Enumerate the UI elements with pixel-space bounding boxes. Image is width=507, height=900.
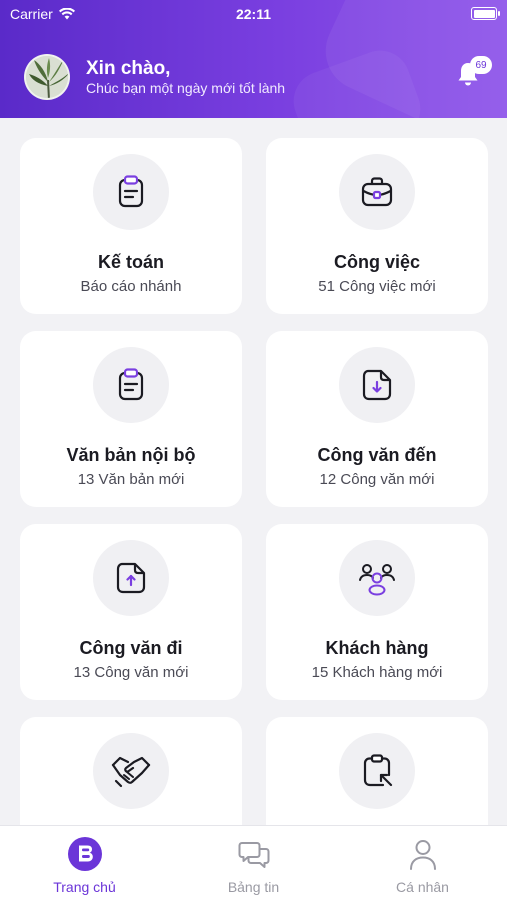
card-subtitle: 13 Văn bản mới <box>77 471 185 488</box>
icon-circle <box>93 540 169 616</box>
card-title: Công văn đi <box>79 638 183 658</box>
icon-circle <box>93 733 169 809</box>
icon-circle <box>339 347 415 423</box>
greeting-subtitle: Chúc bạn một ngày mới tốt lành <box>86 80 286 96</box>
chat-bubbles-icon <box>236 836 272 872</box>
clipboard-icon <box>118 175 144 208</box>
card-title: Công văn đến <box>317 445 437 465</box>
avatar[interactable] <box>24 54 70 100</box>
document-upload-icon <box>116 562 146 594</box>
clipboard-arrow-icon <box>363 754 393 787</box>
tab-label: Bảng tin <box>227 879 280 895</box>
notification-badge: 69 <box>470 56 492 74</box>
tab-label: Cá nhân <box>396 879 449 895</box>
document-download-icon <box>362 369 392 401</box>
tab-home[interactable]: Trang chủ <box>0 826 169 900</box>
tab-bar: Trang chủ Bảng tin Cá nhân <box>0 825 507 900</box>
card-subtitle: 12 Công văn mới <box>319 471 435 488</box>
battery-icon <box>471 7 500 20</box>
card-subtitle: 15 Khách hàng mới <box>311 664 443 681</box>
card-title: Kế toán <box>97 252 164 272</box>
tab-news[interactable]: Bảng tin <box>169 826 338 900</box>
icon-circle <box>339 154 415 230</box>
home-logo-icon <box>67 836 103 872</box>
card-title: Văn bản nội bộ <box>66 445 196 465</box>
tab-label: Trang chủ <box>53 879 116 895</box>
card-ke-toan[interactable]: Kế toán Báo cáo nhánh <box>20 138 242 314</box>
people-icon <box>359 564 395 596</box>
card-subtitle: 13 Công văn mới <box>73 664 189 681</box>
card-partner[interactable] <box>20 717 242 825</box>
icon-circle <box>93 154 169 230</box>
handshake-icon <box>111 756 151 788</box>
card-van-ban-noi-bo[interactable]: Văn bản nội bộ 13 Văn bản mới <box>20 331 242 507</box>
card-title: Công việc <box>333 252 421 272</box>
card-khach-hang[interactable]: Khách hàng 15 Khách hàng mới <box>266 524 488 700</box>
greeting-title: Xin chào, <box>86 58 171 79</box>
icon-circle <box>93 347 169 423</box>
header: Carrier 22:11 Xin chào, Chúc bạn một ngà… <box>0 0 507 118</box>
briefcase-icon <box>361 177 393 207</box>
clipboard-icon <box>118 368 144 401</box>
card-subtitle: Báo cáo nhánh <box>80 278 182 295</box>
plant-photo <box>26 56 68 98</box>
clock: 22:11 <box>235 6 272 22</box>
module-grid: Kế toán Báo cáo nhánh Công việc 51 Công … <box>0 118 507 825</box>
card-cong-van-di[interactable]: Công văn đi 13 Công văn mới <box>20 524 242 700</box>
card-cong-viec[interactable]: Công việc 51 Công việc mới <box>266 138 488 314</box>
tab-profile[interactable]: Cá nhân <box>338 826 507 900</box>
card-subtitle: 51 Công việc mới <box>318 278 436 295</box>
status-bar: Carrier 22:11 <box>0 0 507 28</box>
card-cong-van-den[interactable]: Công văn đến 12 Công văn mới <box>266 331 488 507</box>
card-tasks[interactable] <box>266 717 488 825</box>
icon-circle <box>339 733 415 809</box>
card-title: Khách hàng <box>325 638 429 658</box>
icon-circle <box>339 540 415 616</box>
person-icon <box>405 836 441 872</box>
